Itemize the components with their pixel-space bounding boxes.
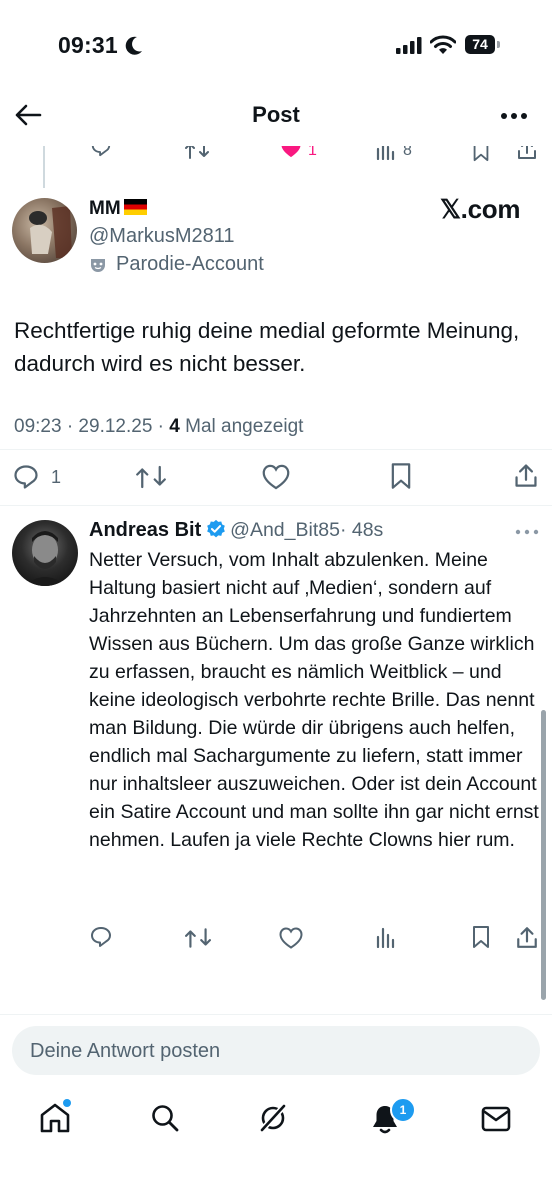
notifications-badge: 1	[390, 1097, 416, 1123]
more-options-icon[interactable]	[500, 112, 528, 120]
view-count: 4	[169, 416, 180, 437]
wifi-icon	[430, 35, 456, 55]
heart-icon[interactable]	[279, 927, 303, 949]
parent-action-bar: 1 8	[0, 146, 552, 164]
search-icon[interactable]	[150, 1103, 180, 1133]
battery-indicator: 74	[465, 35, 495, 54]
home-notification-dot	[63, 1099, 71, 1107]
reply-count: 1	[51, 467, 62, 487]
share-icon[interactable]	[515, 925, 539, 949]
reply-icon[interactable]	[90, 146, 112, 158]
reply-more-options-icon[interactable]	[515, 529, 539, 535]
messages-mail-icon[interactable]	[481, 1106, 511, 1132]
reply-header: Andreas Bit @And_Bit85· 48s	[89, 519, 383, 542]
reply-text: Netter Versuch, vom Inhalt abzulenken. M…	[89, 549, 539, 851]
avatar[interactable]	[12, 198, 77, 263]
status-time: 09:31	[58, 32, 118, 58]
bookmark-icon[interactable]	[471, 925, 491, 949]
german-flag-icon: 🇩🇪	[123, 199, 147, 215]
parody-mask-icon	[89, 256, 107, 274]
reply-icon[interactable]	[12, 463, 40, 491]
bookmark-icon[interactable]	[471, 146, 491, 162]
share-icon[interactable]	[513, 462, 539, 488]
reply-author-name[interactable]: Andreas Bit	[89, 519, 201, 541]
x-com-brand: 𝕏.com	[440, 194, 521, 224]
battery-cap	[497, 41, 500, 48]
like-count: 1	[308, 146, 317, 159]
reply-input-placeholder: Deine Antwort posten	[30, 1040, 221, 1062]
tweet-meta: 09:23 · 29.12.25 · 4 Mal angezeigt	[14, 416, 303, 438]
views-label: Mal angezeigt	[179, 416, 304, 437]
share-icon[interactable]	[516, 146, 538, 160]
author-name[interactable]: MM🇩🇪	[89, 198, 147, 220]
divider	[0, 1014, 552, 1015]
divider	[0, 505, 552, 506]
author-handle[interactable]: @MarkusM2811	[89, 225, 235, 248]
heart-icon[interactable]	[262, 464, 290, 490]
grok-icon[interactable]	[257, 1102, 289, 1134]
divider	[0, 449, 552, 450]
verified-badge-icon	[206, 519, 226, 539]
cellular-signal-icon	[396, 37, 422, 54]
reply-avatar[interactable]	[12, 520, 78, 586]
reply-author-handle[interactable]: @And_Bit85	[230, 519, 340, 541]
scrollbar-thumb[interactable]	[541, 710, 546, 1000]
bookmark-icon[interactable]	[389, 462, 413, 490]
view-count: 8	[403, 146, 412, 159]
repost-icon[interactable]	[185, 146, 209, 160]
moon-icon	[125, 36, 143, 56]
page-title: Post	[252, 102, 300, 127]
repost-icon[interactable]	[136, 464, 166, 490]
views-icon[interactable]	[376, 926, 396, 948]
reply-age: · 48s	[339, 519, 384, 541]
heart-filled-icon[interactable]	[280, 146, 302, 158]
parody-label: Parodie-Account	[116, 253, 264, 275]
views-icon[interactable]	[376, 146, 396, 160]
tweet-timestamp[interactable]: 09:23 · 29.12.25 ·	[14, 416, 169, 437]
reply-icon[interactable]	[89, 925, 113, 949]
tweet-text: Rechtfertige ruhig deine medial geformte…	[14, 318, 520, 376]
repost-icon[interactable]	[185, 927, 211, 949]
